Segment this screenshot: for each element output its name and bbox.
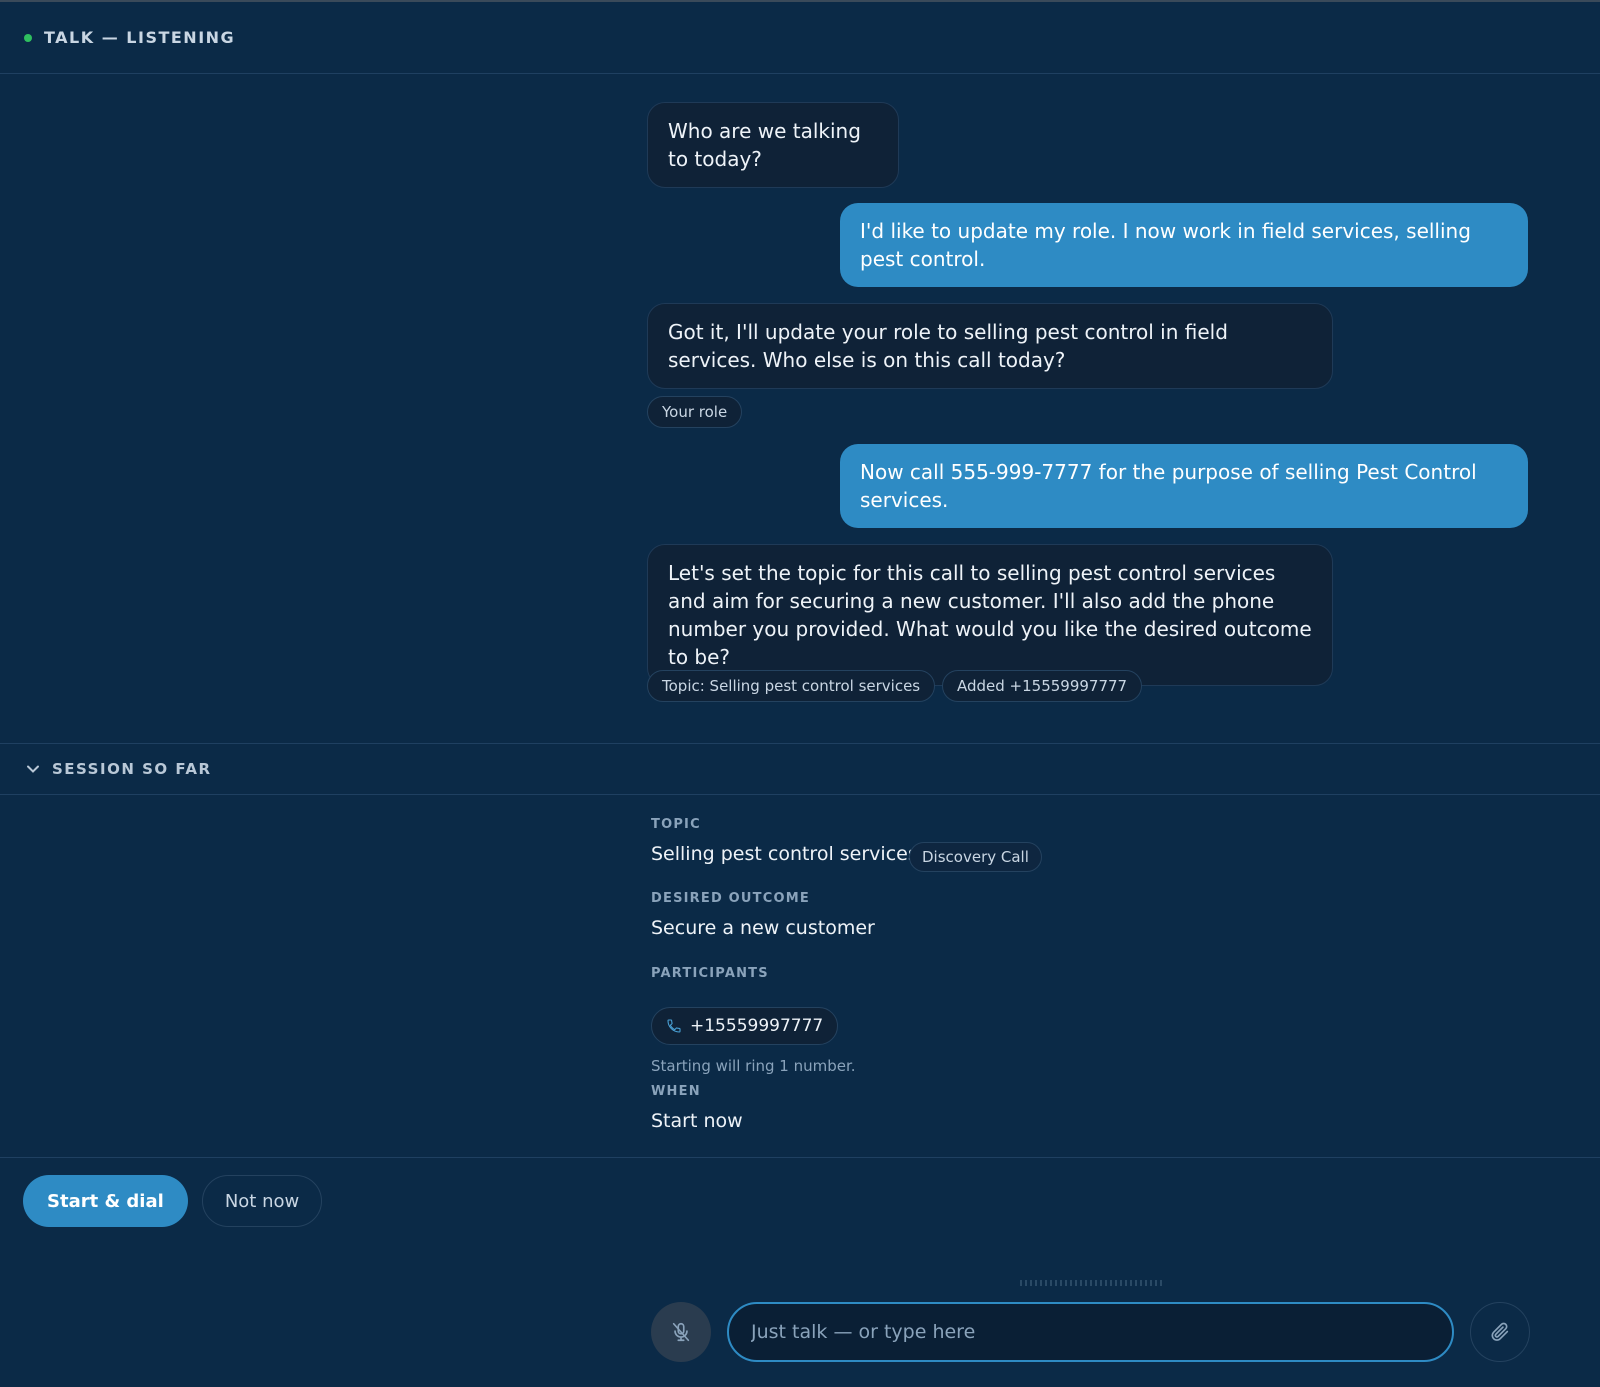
action-bar: Start & dial Not now (23, 1175, 323, 1227)
user-message: I'd like to update my role. I now work i… (840, 203, 1528, 287)
start-dial-button[interactable]: Start & dial (23, 1175, 188, 1227)
chevron-down-icon (27, 765, 39, 773)
message-input[interactable] (727, 1302, 1454, 1362)
assistant-message: Got it, I'll update your role to selling… (647, 303, 1333, 389)
participant-chip[interactable]: +15559997777 (651, 1007, 839, 1045)
attach-button[interactable] (1470, 1302, 1530, 1362)
ring-hint: Starting will ring 1 number. (651, 1057, 856, 1075)
role-chip[interactable]: Your role (647, 396, 743, 428)
not-now-button[interactable]: Not now (201, 1175, 323, 1227)
outcome-value: Secure a new customer (651, 917, 875, 939)
chat-transcript: Who are we talking to today? I'd like to… (0, 74, 1600, 743)
when-label: WHEN (651, 1084, 701, 1099)
audio-level-indicator (1020, 1280, 1162, 1286)
topic-chip[interactable]: Topic: Selling pest control services (647, 670, 936, 702)
call-type-tag: Discovery Call (909, 842, 1042, 872)
assistant-message: Let's set the topic for this call to sel… (647, 544, 1333, 686)
session-title: SESSION SO FAR (52, 760, 212, 778)
participants-label: PARTICIPANTS (651, 966, 769, 981)
added-participant-chip[interactable]: Added +15559997777 (942, 670, 1143, 702)
header: TALK — LISTENING (0, 2, 1600, 74)
header-title: TALK — LISTENING (44, 28, 236, 47)
status-dot (24, 33, 32, 42)
topic-label: TOPIC (651, 817, 701, 832)
paperclip-icon (1491, 1322, 1509, 1341)
session-summary: TOPIC Selling pest control services Disc… (0, 795, 1600, 1158)
session-toggle[interactable]: SESSION SO FAR (0, 743, 1600, 795)
when-value: Start now (651, 1110, 743, 1132)
mic-off-icon (672, 1322, 690, 1342)
topic-value: Selling pest control services (651, 843, 918, 865)
mute-toggle-button[interactable] (651, 1302, 711, 1362)
phone-icon (667, 1019, 681, 1033)
participant-phone: +15559997777 (690, 1016, 824, 1036)
talk-app: TALK — LISTENING Who are we talking to t… (0, 0, 1600, 1387)
assistant-message: Who are we talking to today? (647, 102, 899, 188)
user-message: Now call 555-999-7777 for the purpose of… (840, 444, 1528, 528)
outcome-label: DESIRED OUTCOME (651, 891, 810, 906)
